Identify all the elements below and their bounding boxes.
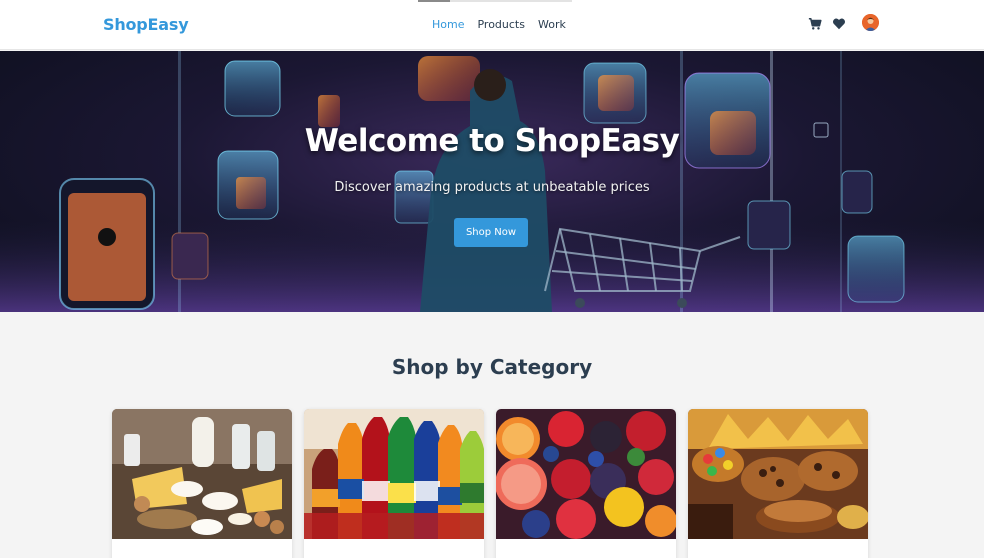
category-grid (112, 409, 868, 558)
site-header: ShopEasy Home Products Work (0, 0, 984, 50)
hero-subtitle: Discover amazing products at unbeatable … (334, 180, 650, 195)
header-actions (808, 14, 879, 31)
main-nav: Home Products Work (432, 18, 566, 31)
snacks-sweets-image (688, 409, 868, 539)
shop-now-button[interactable]: Shop Now (454, 218, 528, 247)
category-card-drinks[interactable] (304, 409, 484, 558)
fruits-image (496, 409, 676, 539)
nav-active-indicator (418, 0, 450, 2)
avatar-image (862, 14, 879, 31)
brand-logo[interactable]: ShopEasy (103, 15, 189, 34)
avatar[interactable] (862, 14, 879, 31)
nav-work[interactable]: Work (538, 18, 566, 31)
dairy-products-image (112, 409, 292, 539)
category-card-dairy[interactable] (112, 409, 292, 558)
soft-drinks-image (304, 409, 484, 539)
cart-icon[interactable] (808, 17, 822, 31)
category-card-fruits[interactable] (496, 409, 676, 558)
category-card-snacks[interactable] (688, 409, 868, 558)
hero-title: Welcome to ShopEasy (304, 123, 680, 159)
category-section-title: Shop by Category (391, 355, 593, 379)
hero-banner: Welcome to ShopEasy Discover amazing pro… (0, 51, 984, 312)
nav-home[interactable]: Home (432, 18, 464, 31)
nav-products[interactable]: Products (477, 18, 525, 31)
heart-icon[interactable] (832, 17, 846, 31)
